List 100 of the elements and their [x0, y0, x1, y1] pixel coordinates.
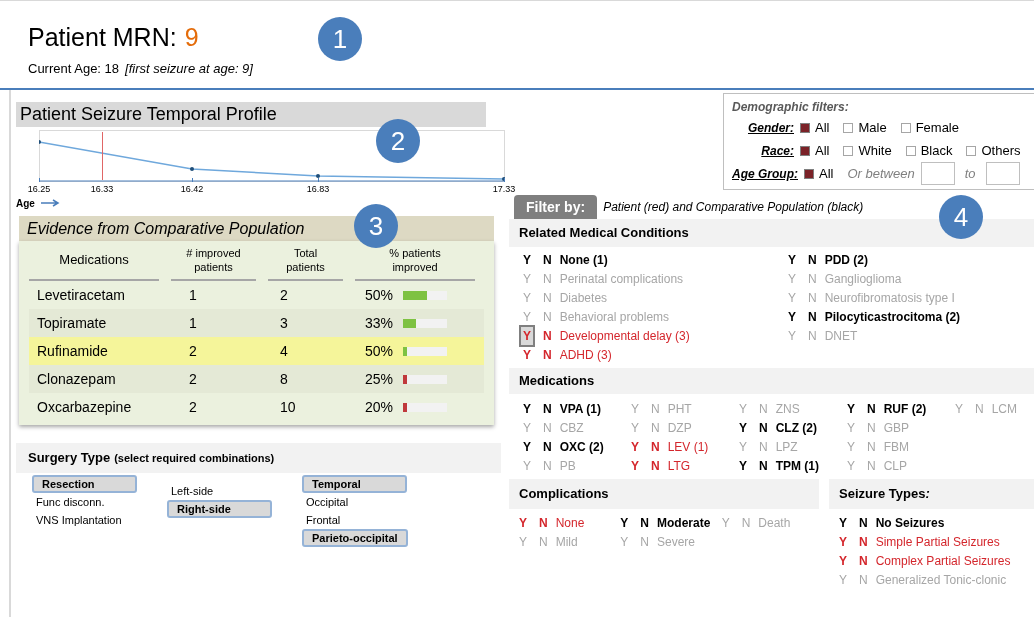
axis-tick-label: 16.25 [27, 183, 51, 196]
option-label: LTG [667, 457, 691, 475]
column-header: Total patients [268, 241, 343, 281]
table-row[interactable]: Rufinamide 2 4 50% [29, 337, 484, 365]
option-label: Neurofibromatosis type I [824, 289, 955, 307]
no-toggle[interactable]: N [808, 307, 817, 326]
table-cell-text: 2 [188, 341, 198, 361]
table-cell-text: Oxcarbazepine [36, 397, 133, 417]
arrow-right-icon [40, 199, 61, 207]
no-toggle[interactable]: N [859, 513, 868, 532]
filter-tab[interactable]: Filter by: [514, 195, 598, 219]
option-label: None [555, 514, 585, 532]
table-row[interactable]: Topiramate 1 3 33% [29, 309, 484, 337]
table-cell-text: 50% [365, 285, 394, 305]
no-toggle[interactable]: N [651, 437, 660, 456]
option-label: FBM [883, 438, 910, 456]
table-cell-text: 25% [365, 369, 394, 389]
column-header: Medications [29, 241, 159, 281]
column-header: # improved patients [171, 241, 256, 281]
surgery-option[interactable]: Temporal [302, 475, 407, 493]
section-header: Complications [509, 479, 819, 509]
table-cell-text: 2 [188, 397, 198, 417]
surgery-option[interactable]: Frontal [302, 511, 345, 529]
no-toggle[interactable]: N [867, 399, 876, 418]
option-label: Behavioral problems [559, 308, 670, 326]
no-toggle[interactable]: N [543, 326, 552, 345]
option-label: LCM [991, 400, 1018, 418]
no-toggle[interactable]: N [759, 456, 768, 475]
option-label: DZP [667, 419, 692, 437]
surgery-option[interactable]: Resection [32, 475, 137, 493]
option-label: Mild [555, 533, 578, 551]
table-row[interactable]: Levetiracetam 1 2 50% [29, 281, 484, 309]
table-cell-text: 1 [188, 313, 198, 333]
checkbox[interactable] [843, 122, 854, 133]
no-toggle[interactable]: N [543, 250, 552, 269]
checkbox[interactable] [843, 145, 854, 156]
section-header: Medications [509, 368, 1034, 394]
axis-tick-label: 16.83 [306, 183, 330, 196]
table-cell-text: 4 [279, 341, 289, 361]
step-number-badge: 1 [318, 17, 362, 61]
surgery-option[interactable]: VNS Implantation [32, 511, 126, 529]
table-cell-text: Topiramate [36, 313, 108, 333]
yes-toggle[interactable]: Y [519, 324, 535, 347]
checkbox[interactable] [905, 145, 916, 156]
table-cell-text: 2 [279, 285, 289, 305]
checkbox-label: Black [920, 141, 953, 160]
no-toggle[interactable]: N [539, 513, 548, 532]
no-toggle[interactable]: N [859, 551, 868, 570]
surgery-option[interactable]: Right-side [167, 500, 272, 518]
table-cell-text: Rufinamide [36, 341, 109, 361]
no-toggle[interactable]: N [640, 513, 649, 532]
checkbox[interactable] [966, 145, 977, 156]
step-number-badge: 3 [354, 204, 398, 248]
no-toggle[interactable]: N [859, 532, 868, 551]
surgery-option[interactable]: Func disconn. [32, 493, 109, 511]
surgery-option[interactable]: Occipital [302, 493, 353, 511]
checkbox[interactable] [804, 168, 814, 179]
age-to-field[interactable] [985, 162, 1020, 185]
table-cell-text: 50% [365, 341, 394, 361]
age-from-field[interactable] [920, 162, 955, 185]
option-label: DNET [824, 327, 858, 345]
option-label: Pilocyticastrocitoma (2) [824, 308, 961, 326]
no-toggle[interactable]: N [759, 418, 768, 437]
table-row[interactable]: Clonazepam 2 8 25% [29, 365, 484, 393]
no-toggle[interactable]: N [543, 399, 552, 418]
option-label: PHT [667, 400, 692, 418]
table-cell-text: 1 [188, 285, 198, 305]
option-label: Severe [657, 533, 696, 551]
axis-tick-label: 17.33 [492, 183, 516, 196]
axis-tick-label: 16.33 [90, 183, 114, 196]
option-label: Simple Partial Seizures [875, 533, 1000, 551]
option-label: LPZ [775, 438, 798, 456]
checkbox-label: Others [981, 141, 1021, 160]
checkbox[interactable] [800, 122, 810, 133]
option-label: PB [559, 457, 576, 475]
table-cell-text: 8 [279, 369, 289, 389]
option-label: Diabetes [559, 289, 608, 307]
range-label: to [964, 164, 976, 183]
first-seizure-note: [first seizure at age: 9] [125, 59, 253, 78]
option-label: Complex Partial Seizures [875, 552, 1011, 570]
option-label: PDD (2) [824, 251, 869, 269]
no-toggle[interactable]: N [651, 456, 660, 475]
checkbox[interactable] [900, 122, 911, 133]
filter-label: Age Group: [732, 165, 798, 183]
filter-label: Race: [760, 142, 794, 160]
section-hint: (select required combinations) [114, 450, 275, 466]
option-label: None (1) [559, 251, 608, 269]
option-label: LEV (1) [667, 438, 709, 456]
table-cell-text: 2 [188, 369, 198, 389]
no-toggle[interactable]: N [543, 345, 552, 364]
no-toggle[interactable]: N [543, 437, 552, 456]
surgery-option[interactable]: Left-side [167, 482, 218, 500]
checkbox-label: All [819, 164, 834, 183]
checkbox-label: Female [915, 118, 959, 137]
surgery-option[interactable]: Parieto-occipital [302, 529, 408, 547]
table-row[interactable]: Oxcarbazepine 2 10 20% [29, 393, 484, 421]
checkbox[interactable] [800, 145, 810, 156]
no-toggle[interactable]: N [808, 250, 817, 269]
section-title: Surgery Type [28, 449, 111, 468]
filter-legend: Patient (red) and Comparative Population (black) [603, 198, 864, 219]
